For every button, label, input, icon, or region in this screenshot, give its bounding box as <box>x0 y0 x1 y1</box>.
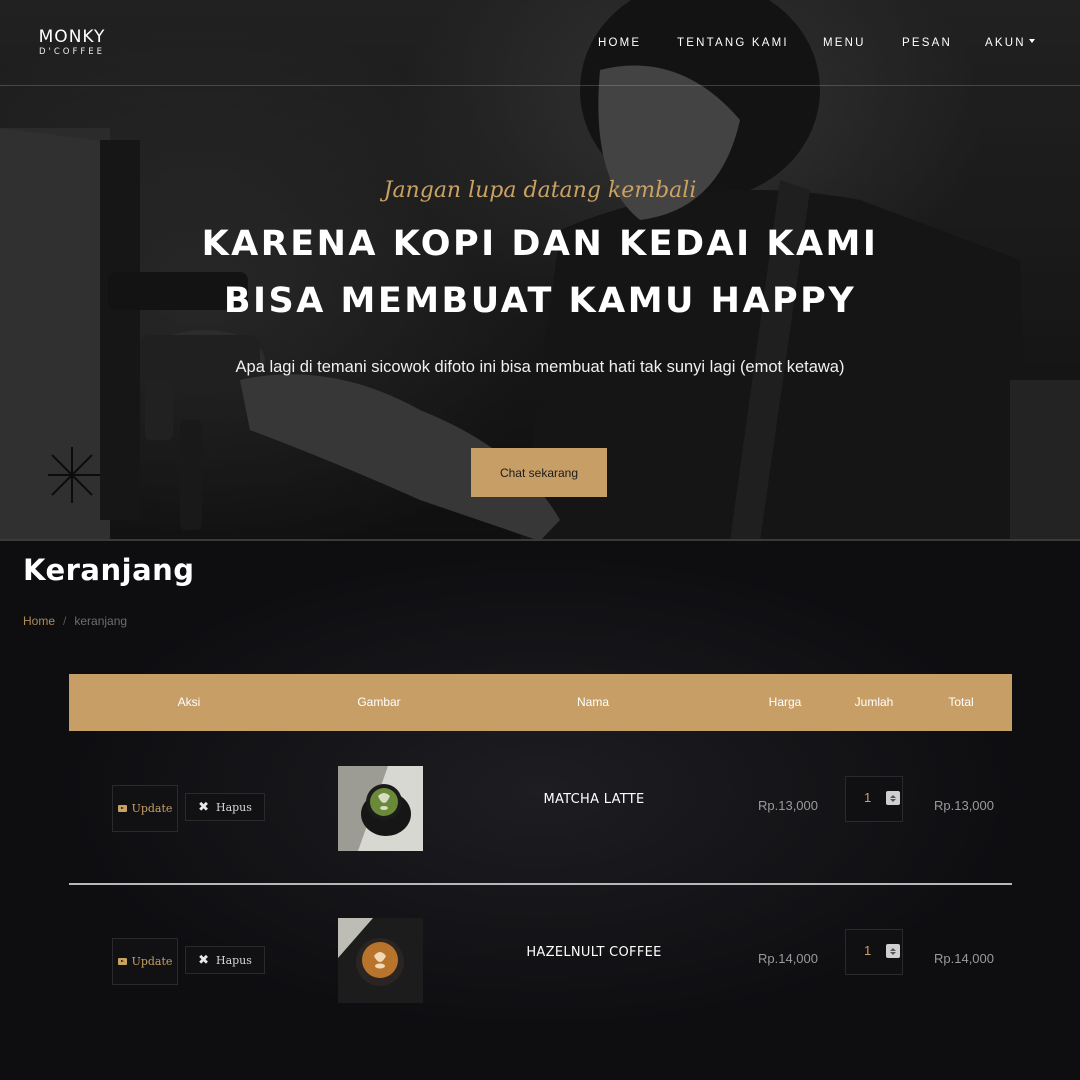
spinner-icon[interactable] <box>886 791 900 805</box>
breadcrumb-home-link[interactable]: Home <box>23 614 55 628</box>
brand-name: MONKY <box>38 27 106 47</box>
cart-table-header: Aksi Gambar Nama Harga Jumlah Total <box>69 674 1012 731</box>
cart-row: Update ✖ Hapus MATCHA LATTE Rp.13,000 1 … <box>69 731 1012 885</box>
update-button[interactable]: Update <box>112 938 178 985</box>
breadcrumb: Home / keranjang <box>23 614 127 628</box>
update-icon <box>117 805 127 812</box>
column-header-total: Total <box>948 695 974 709</box>
quantity-stepper[interactable]: 1 <box>845 776 903 822</box>
breadcrumb-separator: / <box>63 614 67 628</box>
product-name: HAZELNULT COFFEE <box>526 945 662 960</box>
hero-section: MONKY D'COFFEE HOME TENTANG KAMI MENU PE… <box>0 0 1080 541</box>
quantity-value: 1 <box>864 790 872 805</box>
navbar: MONKY D'COFFEE HOME TENTANG KAMI MENU PE… <box>0 0 1080 86</box>
spinner-icon[interactable] <box>886 944 900 958</box>
quantity-stepper[interactable]: 1 <box>845 929 903 975</box>
line-total: Rp.14,000 <box>934 951 994 966</box>
hero-tagline: Jangan lupa datang kembali <box>383 178 697 203</box>
hero-description: Apa lagi di temani sicowok difoto ini bi… <box>235 358 845 376</box>
nav-item-akun[interactable]: AKUN <box>985 37 1035 49</box>
product-name: MATCHA LATTE <box>543 792 645 807</box>
product-image-hazelnut-coffee <box>338 918 423 1003</box>
nav-item-tentang-kami[interactable]: TENTANG KAMI <box>677 37 789 49</box>
column-header-aksi: Aksi <box>177 695 201 709</box>
nav-item-menu[interactable]: MENU <box>823 37 866 49</box>
product-price: Rp.13,000 <box>758 798 818 813</box>
brand-logo[interactable]: MONKY D'COFFEE <box>26 28 118 57</box>
product-price: Rp.14,000 <box>758 951 818 966</box>
cart-row: Update ✖ Hapus HAZELNULT COFFEE Rp.14,000… <box>69 885 1012 1039</box>
close-icon: ✖ <box>198 952 209 968</box>
column-header-gambar: Gambar <box>357 695 401 709</box>
hero-title-line-1: KARENA KOPI DAN KEDAI KAMI <box>201 224 879 264</box>
delete-label: Hapus <box>215 800 252 814</box>
cart-section: Keranjang Home / keranjang Aksi Gambar Nam… <box>0 541 1080 1080</box>
update-icon <box>117 958 127 965</box>
breadcrumb-current: keranjang <box>74 614 128 628</box>
delete-button[interactable]: ✖ Hapus <box>185 793 265 821</box>
cart-table: Aksi Gambar Nama Harga Jumlah Total Upda… <box>69 674 1012 1039</box>
brand-subtitle: D'COFFEE <box>38 47 106 57</box>
update-button[interactable]: Update <box>112 785 178 832</box>
column-header-harga: Harga <box>768 695 802 709</box>
chat-now-button[interactable]: Chat sekarang <box>471 448 607 497</box>
close-icon: ✖ <box>198 799 209 815</box>
delete-label: Hapus <box>215 953 252 967</box>
nav-item-akun-label: AKUN <box>985 37 1026 49</box>
update-label: Update <box>131 802 173 815</box>
hero-title-line-2: BISA MEMBUAT KAMU HAPPY <box>223 281 857 321</box>
nav-item-pesan[interactable]: PESAN <box>902 37 952 49</box>
update-label: Update <box>131 955 173 968</box>
delete-button[interactable]: ✖ Hapus <box>185 946 265 974</box>
caret-down-icon <box>1028 39 1035 44</box>
line-total: Rp.13,000 <box>934 798 994 813</box>
page-title: Keranjang <box>23 553 195 587</box>
column-header-jumlah: Jumlah <box>854 695 894 709</box>
nav-item-home[interactable]: HOME <box>598 37 641 49</box>
column-header-nama: Nama <box>576 695 609 709</box>
quantity-value: 1 <box>864 943 872 958</box>
product-image-matcha-latte <box>338 766 423 851</box>
